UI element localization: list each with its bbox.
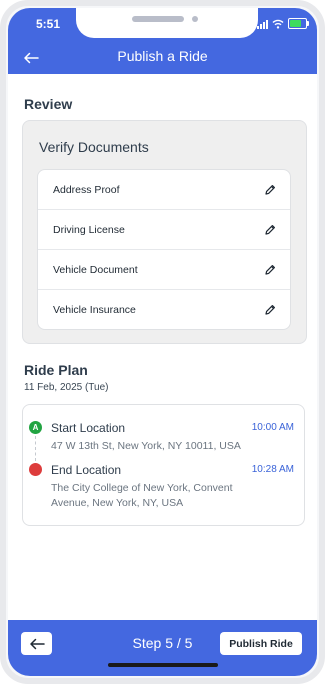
publish-ride-button[interactable]: Publish Ride bbox=[220, 632, 302, 655]
signal-icon bbox=[257, 19, 268, 29]
start-address: 47 W 13th St, New York, NY 10011, USA bbox=[51, 440, 241, 452]
document-label: Vehicle Document bbox=[53, 263, 138, 276]
home-indicator bbox=[108, 663, 218, 667]
wifi-icon bbox=[272, 19, 284, 29]
pencil-icon[interactable] bbox=[264, 264, 276, 276]
document-row-driving-license[interactable]: Driving License bbox=[38, 209, 290, 249]
end-location-name: End Location bbox=[51, 463, 122, 477]
pencil-icon[interactable] bbox=[264, 304, 276, 316]
bottom-bar: Step 5 / 5 Publish Ride bbox=[8, 620, 317, 676]
review-heading: Review bbox=[24, 96, 73, 112]
page-title: Publish a Ride bbox=[117, 48, 208, 64]
verify-documents-card: Verify Documents Address Proof Driving L… bbox=[22, 120, 307, 344]
ride-plan-card: A Start Location 10:00 AM 47 W 13th St, … bbox=[22, 404, 305, 526]
ride-plan-heading: Ride Plan bbox=[24, 362, 88, 378]
document-label: Driving License bbox=[53, 223, 125, 236]
route-connector bbox=[35, 436, 36, 461]
pencil-icon[interactable] bbox=[264, 224, 276, 236]
document-label: Vehicle Insurance bbox=[53, 303, 136, 316]
start-marker-icon: A bbox=[29, 421, 42, 434]
end-marker-icon bbox=[29, 463, 42, 476]
document-list: Address Proof Driving License Vehicle Do… bbox=[37, 169, 291, 330]
battery-icon bbox=[288, 18, 309, 29]
start-location-name: Start Location bbox=[51, 421, 126, 435]
end-address: The City College of New York, Convent Av… bbox=[51, 482, 233, 509]
main-content: Review Verify Documents Address Proof Dr… bbox=[8, 74, 317, 620]
document-row-vehicle-document[interactable]: Vehicle Document bbox=[38, 249, 290, 289]
document-row-address-proof[interactable]: Address Proof bbox=[38, 170, 290, 209]
start-time: 10:00 AM bbox=[251, 422, 294, 433]
phone-frame: 5:51 Publish a Ride Review Verify Docume… bbox=[0, 0, 325, 684]
app-header: 5:51 Publish a Ride bbox=[8, 8, 317, 74]
device-notch bbox=[76, 8, 258, 38]
camera-dot bbox=[192, 16, 198, 22]
speaker-grille bbox=[132, 16, 184, 22]
end-time: 10:28 AM bbox=[251, 464, 294, 475]
pencil-icon[interactable] bbox=[264, 184, 276, 196]
status-time: 5:51 bbox=[36, 17, 61, 31]
screen: 5:51 Publish a Ride Review Verify Docume… bbox=[8, 8, 317, 676]
status-icons bbox=[257, 18, 309, 29]
ride-date: 11 Feb, 2025 (Tue) bbox=[24, 382, 109, 393]
document-row-vehicle-insurance[interactable]: Vehicle Insurance bbox=[38, 289, 290, 329]
document-label: Address Proof bbox=[53, 183, 120, 196]
verify-documents-title: Verify Documents bbox=[39, 139, 149, 155]
